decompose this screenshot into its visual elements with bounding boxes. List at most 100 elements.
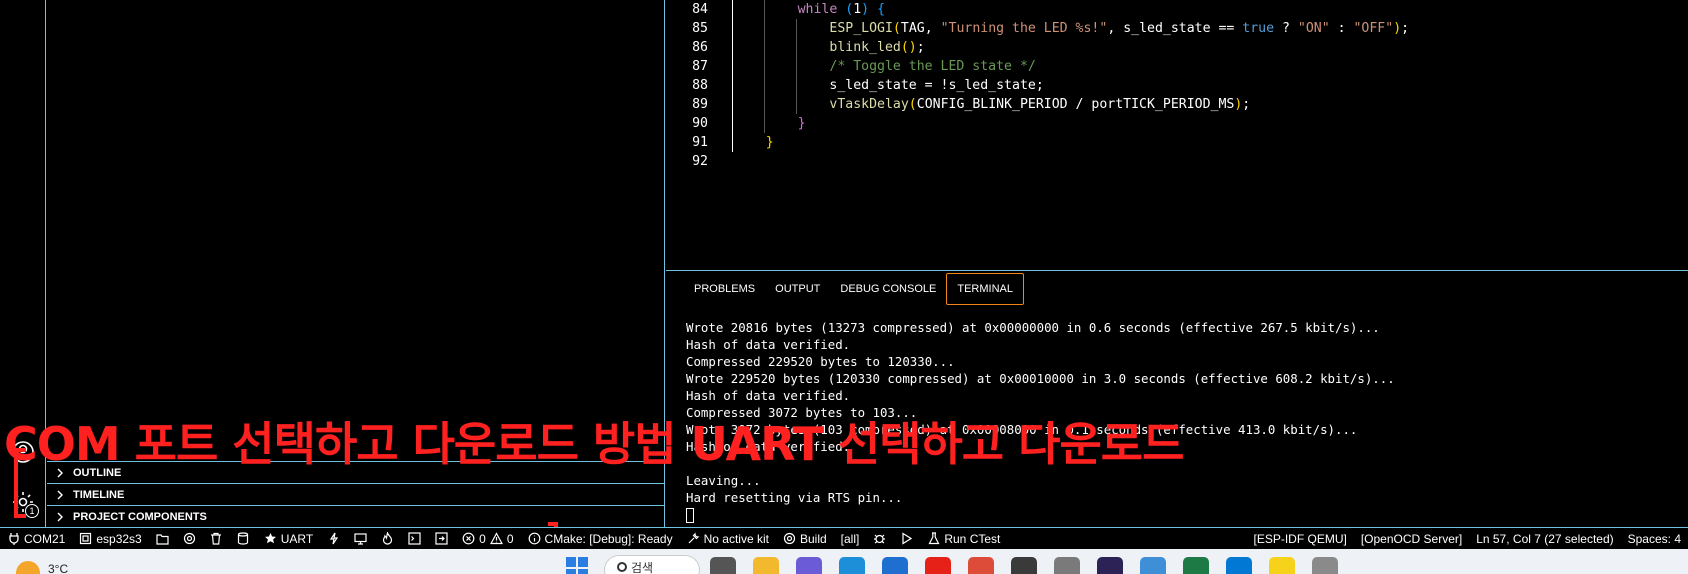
code-token: } bbox=[797, 116, 806, 131]
taskbar-app-excel[interactable] bbox=[1183, 557, 1209, 574]
taskbar-app-misc[interactable] bbox=[1312, 557, 1338, 574]
status-run-ctest-label: Run CTest bbox=[944, 531, 1001, 546]
start-logo-pane bbox=[566, 557, 576, 567]
code-line[interactable]: 90} bbox=[666, 114, 1688, 133]
status-terminal[interactable] bbox=[401, 528, 428, 550]
status-sdkconfig[interactable] bbox=[176, 528, 203, 550]
status-flash-monitor[interactable] bbox=[374, 528, 401, 550]
status-flash-method[interactable]: UART bbox=[257, 528, 320, 550]
status-flash-method-select[interactable] bbox=[230, 528, 257, 550]
status-cmake[interactable]: CMake: [Debug]: Ready bbox=[521, 528, 680, 550]
terminal-line: Hash of data verified. bbox=[686, 337, 851, 352]
taskbar-app-chrome[interactable] bbox=[968, 557, 994, 574]
taskbar-app-file-explorer[interactable] bbox=[753, 557, 779, 574]
taskbar-app-youtube[interactable] bbox=[925, 557, 951, 574]
status-cursor-position[interactable]: Ln 57, Col 7 (27 selected) bbox=[1469, 528, 1620, 550]
status-target[interactable]: esp32s3 bbox=[72, 528, 148, 550]
lightning-icon bbox=[327, 532, 340, 545]
status-run-action[interactable] bbox=[428, 528, 455, 550]
indent-guide bbox=[732, 76, 733, 95]
code-text: while (1) { bbox=[798, 0, 885, 19]
status-debug[interactable] bbox=[866, 528, 893, 550]
start-button[interactable] bbox=[566, 557, 588, 574]
status-problems[interactable]: 0 0 bbox=[455, 528, 520, 550]
code-token: ( bbox=[892, 21, 901, 36]
status-run-ctest[interactable]: Run CTest bbox=[920, 528, 1007, 550]
tab-output[interactable]: OUTPUT bbox=[765, 273, 830, 305]
code-token: ) bbox=[861, 2, 870, 17]
code-line[interactable]: 88 s_led_state = !s_led_state; bbox=[666, 76, 1688, 95]
tab-terminal[interactable]: TERMINAL bbox=[946, 273, 1024, 305]
taskbar-app-kakaotalk[interactable] bbox=[1269, 557, 1295, 574]
status-port[interactable]: COM21 bbox=[0, 528, 72, 550]
taskbar-app-tool[interactable] bbox=[1054, 557, 1080, 574]
status-run[interactable] bbox=[893, 528, 920, 550]
code-token: vTaskDelay bbox=[829, 97, 909, 112]
bottom-panel: PROBLEMS OUTPUT DEBUG CONSOLE TERMINAL Wrot… bbox=[666, 270, 1688, 527]
status-spaces-label: Spaces: 4 bbox=[1627, 531, 1681, 546]
indent-guide bbox=[763, 0, 765, 19]
status-bar-right: [ESP-IDF QEMU] [OpenOCD Server] Ln 57, C… bbox=[1246, 528, 1688, 550]
sidebar-section-project-components[interactable]: PROJECT COMPONENTS bbox=[47, 505, 664, 527]
status-clean[interactable] bbox=[203, 528, 230, 550]
taskbar-app-vscode[interactable] bbox=[1226, 557, 1252, 574]
status-build[interactable]: Build bbox=[776, 528, 834, 550]
gear-icon bbox=[183, 532, 196, 545]
wrench-icon bbox=[687, 532, 700, 545]
taskbar-app-copilot[interactable] bbox=[796, 557, 822, 574]
weather-icon bbox=[16, 561, 40, 574]
panel-tabs: PROBLEMS OUTPUT DEBUG CONSOLE TERMINAL bbox=[684, 273, 1024, 305]
code-line[interactable]: 86 blink_led(); bbox=[666, 38, 1688, 57]
status-warning-count: 0 bbox=[506, 531, 514, 546]
status-cmake-label: CMake: [Debug]: Ready bbox=[544, 531, 673, 546]
status-build-target-label: [all] bbox=[840, 531, 860, 546]
start-logo-pane bbox=[566, 569, 576, 574]
code-line[interactable]: 91} bbox=[666, 133, 1688, 152]
taskbar-app-terminal[interactable] bbox=[1011, 557, 1037, 574]
code-line[interactable]: 85 ESP_LOGI(TAG, "Turning the LED %s!", s… bbox=[666, 19, 1688, 38]
indent-guide bbox=[732, 38, 733, 57]
status-kit[interactable]: No active kit bbox=[680, 528, 776, 550]
code-text: } bbox=[798, 114, 806, 133]
code-line[interactable]: 84 while (1) { bbox=[666, 0, 1688, 19]
code-token: /* Toggle the LED state */ bbox=[829, 59, 1036, 74]
star-icon bbox=[264, 532, 277, 545]
code-token: ( bbox=[908, 97, 917, 112]
taskbar-app-task-view[interactable] bbox=[710, 557, 736, 574]
taskbar-search[interactable]: 검색 bbox=[604, 555, 700, 574]
status-build-target[interactable]: [all] bbox=[834, 528, 867, 550]
taskbar-app-notepad[interactable] bbox=[1140, 557, 1166, 574]
code-line[interactable]: 89 vTaskDelay(CONFIG_BLINK_PERIOD / portT… bbox=[666, 95, 1688, 114]
code-token: ; bbox=[916, 40, 925, 55]
code-line[interactable]: 92 bbox=[666, 152, 1688, 171]
chevron-right-icon bbox=[53, 512, 67, 522]
code-text: s_led_state = !s_led_state; bbox=[829, 76, 1043, 95]
flask-icon bbox=[927, 532, 940, 545]
code-token: { bbox=[877, 2, 886, 17]
tab-problems[interactable]: PROBLEMS bbox=[684, 273, 765, 305]
taskbar-app-eclipse[interactable] bbox=[1097, 557, 1123, 574]
sidebar-section-timeline[interactable]: TIMELINE bbox=[47, 483, 664, 505]
error-icon bbox=[462, 532, 475, 545]
code-token: : bbox=[1329, 21, 1354, 36]
weather-widget[interactable]: 3°C bbox=[16, 553, 68, 574]
indent-guide bbox=[732, 114, 733, 133]
start-logo-pane bbox=[578, 569, 588, 574]
code-line[interactable]: 87 /* Toggle the LED state */ bbox=[666, 57, 1688, 76]
status-open-folder[interactable] bbox=[149, 528, 176, 550]
taskbar-app-edge[interactable] bbox=[839, 557, 865, 574]
status-indentation[interactable]: Spaces: 4 bbox=[1621, 528, 1688, 550]
code-token: () bbox=[900, 40, 917, 55]
status-flash-method-label: UART bbox=[280, 531, 314, 546]
status-monitor[interactable] bbox=[347, 528, 374, 550]
status-openocd[interactable]: [OpenOCD Server] bbox=[1354, 528, 1469, 550]
code-token: ; bbox=[1242, 97, 1251, 112]
plug-icon bbox=[7, 532, 20, 545]
play-icon bbox=[900, 532, 913, 545]
status-qemu[interactable]: [ESP-IDF QEMU] bbox=[1246, 528, 1353, 550]
indent-guide bbox=[763, 114, 765, 133]
status-flash[interactable] bbox=[320, 528, 347, 550]
tab-debug-console[interactable]: DEBUG CONSOLE bbox=[830, 273, 946, 305]
taskbar-app-store[interactable] bbox=[882, 557, 908, 574]
code-editor[interactable]: 84 while (1) {85 ESP_LOGI(TAG, "Turning th… bbox=[666, 0, 1688, 270]
